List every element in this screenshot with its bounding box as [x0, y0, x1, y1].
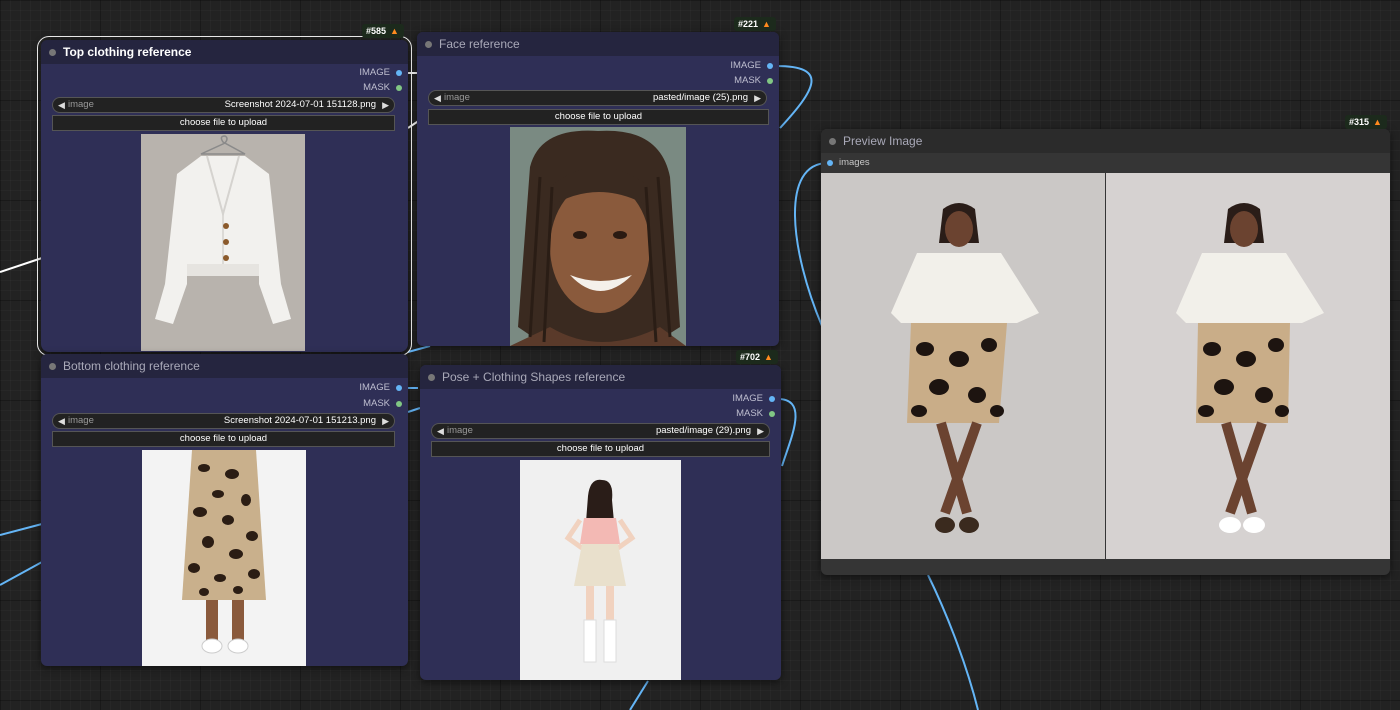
node-title-text: Preview Image: [843, 134, 923, 148]
output-mask[interactable]: MASK: [363, 397, 402, 411]
upload-button[interactable]: choose file to upload: [52, 431, 395, 447]
fox-icon: ▲: [1373, 117, 1382, 127]
node-title-text: Pose + Clothing Shapes reference: [442, 370, 626, 384]
image-combo-widget[interactable]: ◀ image Screenshot 2024-07-01 151128.png…: [52, 97, 395, 113]
node-id-text: #221: [738, 19, 759, 29]
node-bottom-clothing-reference[interactable]: Bottom clothing reference IMAGE MASK ◀ i…: [41, 354, 408, 666]
input-pin[interactable]: [827, 160, 833, 166]
image-combo-widget[interactable]: ◀ image pasted/image (25).png ▶: [428, 90, 767, 106]
output-pin[interactable]: [769, 411, 775, 417]
widget-value: Screenshot 2024-07-01 151128.png: [224, 99, 376, 110]
arrow-right-icon[interactable]: ▶: [757, 424, 764, 438]
fox-icon: ▲: [762, 19, 771, 29]
output-mask[interactable]: MASK: [736, 407, 775, 421]
node-id-text: #585: [366, 26, 387, 36]
node-id-badge: #315 ▲: [1345, 115, 1387, 129]
upload-button[interactable]: choose file to upload: [431, 441, 770, 457]
arrow-right-icon[interactable]: ▶: [382, 98, 389, 112]
output-pin[interactable]: [767, 78, 773, 84]
input-images[interactable]: images: [827, 156, 870, 170]
output-label: MASK: [734, 75, 761, 86]
node-title[interactable]: Pose + Clothing Shapes reference: [420, 365, 781, 389]
image-preview-cardigan: [141, 134, 305, 351]
node-id-text: #702: [740, 352, 761, 362]
widget-label: image: [68, 99, 94, 110]
widget-label: image: [68, 415, 94, 426]
wire: [0, 561, 43, 586]
output-pin[interactable]: [396, 401, 402, 407]
wire: [407, 345, 431, 353]
wire: [927, 574, 979, 710]
collapse-dot-icon[interactable]: [829, 138, 836, 145]
node-title[interactable]: Face reference: [417, 32, 779, 56]
widget-value: pasted/image (29).png: [655, 425, 751, 436]
node-pose-clothing-shapes-reference[interactable]: Pose + Clothing Shapes reference #702 ▲ I…: [420, 350, 781, 680]
output-mask[interactable]: MASK: [734, 74, 773, 88]
widget-value: Screenshot 2024-07-01 151213.png: [223, 415, 376, 426]
output-mask[interactable]: MASK: [363, 81, 402, 95]
node-title[interactable]: Top clothing reference: [41, 40, 408, 64]
output-pin[interactable]: [396, 70, 402, 76]
arrow-left-icon[interactable]: ◀: [58, 414, 65, 428]
image-combo-widget[interactable]: ◀ image Screenshot 2024-07-01 151213.png…: [52, 413, 395, 429]
image-preview-pose: [520, 460, 681, 680]
output-label: IMAGE: [730, 60, 761, 71]
output-label: MASK: [363, 398, 390, 409]
output-pin[interactable]: [767, 63, 773, 69]
input-label: images: [839, 157, 870, 168]
node-id-badge: #702 ▲: [736, 350, 778, 364]
arrow-left-icon[interactable]: ◀: [58, 98, 65, 112]
image-preview-leopard-skirt: [142, 450, 306, 666]
arrow-right-icon[interactable]: ▶: [382, 414, 389, 428]
node-preview-image[interactable]: Preview Image #315 ▲ images: [821, 115, 1390, 575]
output-label: IMAGE: [359, 382, 390, 393]
fox-icon: ▲: [764, 352, 773, 362]
output-label: IMAGE: [732, 393, 763, 404]
output-image[interactable]: IMAGE: [359, 381, 402, 395]
output-image[interactable]: IMAGE: [732, 392, 775, 406]
fox-icon: ▲: [390, 26, 399, 36]
collapse-dot-icon[interactable]: [49, 49, 56, 56]
image-combo-widget[interactable]: ◀ image pasted/image (29).png ▶: [431, 423, 770, 439]
widget-value: pasted/image (25).png: [652, 92, 748, 103]
arrow-left-icon[interactable]: ◀: [434, 91, 441, 105]
output-label: IMAGE: [359, 67, 390, 78]
node-id-text: #315: [1349, 117, 1370, 127]
wire: [0, 257, 43, 273]
preview-output-image-1: [821, 173, 1105, 559]
arrow-left-icon[interactable]: ◀: [437, 424, 444, 438]
node-id-badge: #221 ▲: [734, 17, 776, 31]
collapse-dot-icon[interactable]: [49, 363, 56, 370]
widget-label: image: [444, 92, 470, 103]
preview-output-image-2: [1106, 173, 1390, 559]
node-title-text: Bottom clothing reference: [63, 359, 200, 373]
output-label: MASK: [736, 408, 763, 419]
node-title[interactable]: Preview Image: [821, 129, 1390, 153]
widget-label: image: [447, 425, 473, 436]
upload-button[interactable]: choose file to upload: [52, 115, 395, 131]
node-title-text: Top clothing reference: [63, 45, 192, 59]
wire: [775, 65, 813, 129]
output-image[interactable]: IMAGE: [730, 59, 773, 73]
wire: [407, 407, 421, 413]
image-preview-face: [510, 127, 686, 346]
upload-button[interactable]: choose file to upload: [428, 109, 769, 125]
node-id-badge: #585 ▲: [362, 24, 404, 38]
node-title[interactable]: Bottom clothing reference: [41, 354, 408, 378]
wire: [0, 523, 43, 536]
node-title-text: Face reference: [439, 37, 520, 51]
collapse-dot-icon[interactable]: [428, 374, 435, 381]
collapse-dot-icon[interactable]: [425, 41, 432, 48]
output-label: MASK: [363, 82, 390, 93]
output-image[interactable]: IMAGE: [359, 66, 402, 80]
output-pin[interactable]: [769, 396, 775, 402]
node-face-reference[interactable]: Face reference #221 ▲ IMAGE MASK ◀ image …: [417, 17, 779, 346]
arrow-right-icon[interactable]: ▶: [754, 91, 761, 105]
output-pin[interactable]: [396, 85, 402, 91]
output-pin[interactable]: [396, 385, 402, 391]
wire: [629, 680, 649, 710]
node-top-clothing-reference[interactable]: Top clothing reference #585 ▲ IMAGE MASK …: [37, 24, 412, 356]
